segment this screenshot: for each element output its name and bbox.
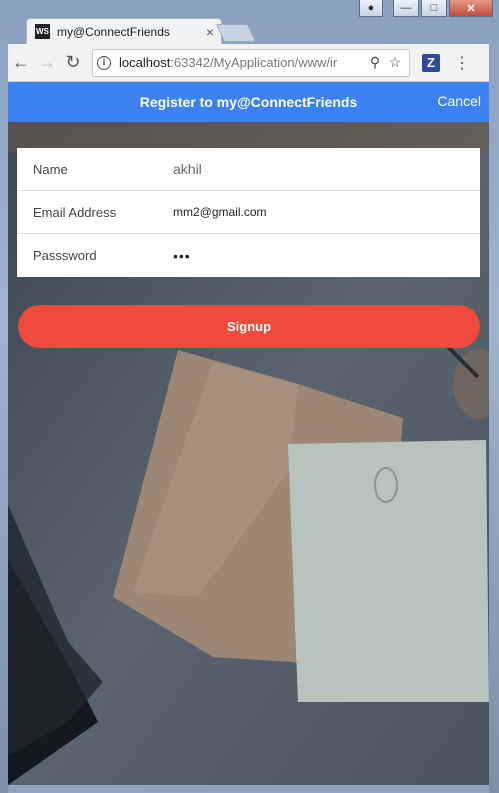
browser-tab[interactable]: WS my@ConnectFriends × bbox=[26, 18, 222, 44]
window-bottom-border bbox=[8, 785, 489, 793]
close-icon[interactable]: ✕ bbox=[449, 0, 493, 17]
reload-icon[interactable]: ↻ bbox=[60, 52, 86, 73]
cancel-button[interactable]: Cancel bbox=[437, 93, 481, 109]
info-icon[interactable]: i bbox=[97, 55, 111, 70]
email-label: Email Address bbox=[33, 204, 117, 220]
url-text[interactable]: localhost:63342/MyApplication/www/ir bbox=[119, 55, 365, 70]
url-path: :63342/MyApplication/www/ir bbox=[170, 55, 338, 70]
page-title: Register to my@ConnectFriends bbox=[139, 94, 358, 110]
browser-toolbar: ← → ↻ i localhost:63342/MyApplication/ww… bbox=[8, 44, 489, 82]
url-host: localhost bbox=[119, 55, 171, 70]
back-icon[interactable]: ← bbox=[8, 52, 34, 73]
name-row: Name akhil bbox=[17, 148, 480, 191]
star-icon[interactable]: ☆ bbox=[385, 54, 405, 71]
registration-form: Name akhil Email Address mm2@gmail.com P… bbox=[17, 148, 480, 277]
content-area: Name akhil Email Address mm2@gmail.com P… bbox=[8, 122, 489, 785]
address-bar[interactable]: i localhost:63342/MyApplication/www/ir ⚲… bbox=[92, 48, 410, 77]
app-header: Register to my@ConnectFriends Cancel bbox=[8, 82, 489, 122]
email-field[interactable]: mm2@gmail.com bbox=[173, 205, 480, 219]
tab-strip: WS my@ConnectFriends × bbox=[8, 16, 491, 44]
password-label: Passsword bbox=[33, 248, 97, 263]
menu-icon[interactable]: ⋮ bbox=[454, 53, 470, 73]
user-icon[interactable]: ● bbox=[359, 0, 383, 17]
tab-title: my@ConnectFriends bbox=[57, 24, 170, 39]
favicon-icon: WS bbox=[35, 24, 50, 39]
password-field[interactable]: ••• bbox=[173, 248, 480, 264]
name-field[interactable]: akhil bbox=[173, 161, 480, 177]
email-row: Email Address mm2@gmail.com bbox=[17, 191, 480, 234]
forward-icon[interactable]: → bbox=[34, 52, 60, 73]
maximize-icon[interactable]: □ bbox=[421, 0, 447, 17]
zoom-icon[interactable]: ⚲ bbox=[365, 54, 385, 71]
extension-icon[interactable]: Z bbox=[422, 53, 440, 72]
signup-button[interactable]: Signup bbox=[18, 305, 480, 348]
minimize-icon[interactable]: — bbox=[393, 0, 419, 17]
password-row: Passsword ••• bbox=[17, 234, 480, 277]
name-label: Name bbox=[33, 161, 68, 177]
browser-window: ● — □ ✕ WS my@ConnectFriends × ← → ↻ i l… bbox=[0, 0, 499, 793]
